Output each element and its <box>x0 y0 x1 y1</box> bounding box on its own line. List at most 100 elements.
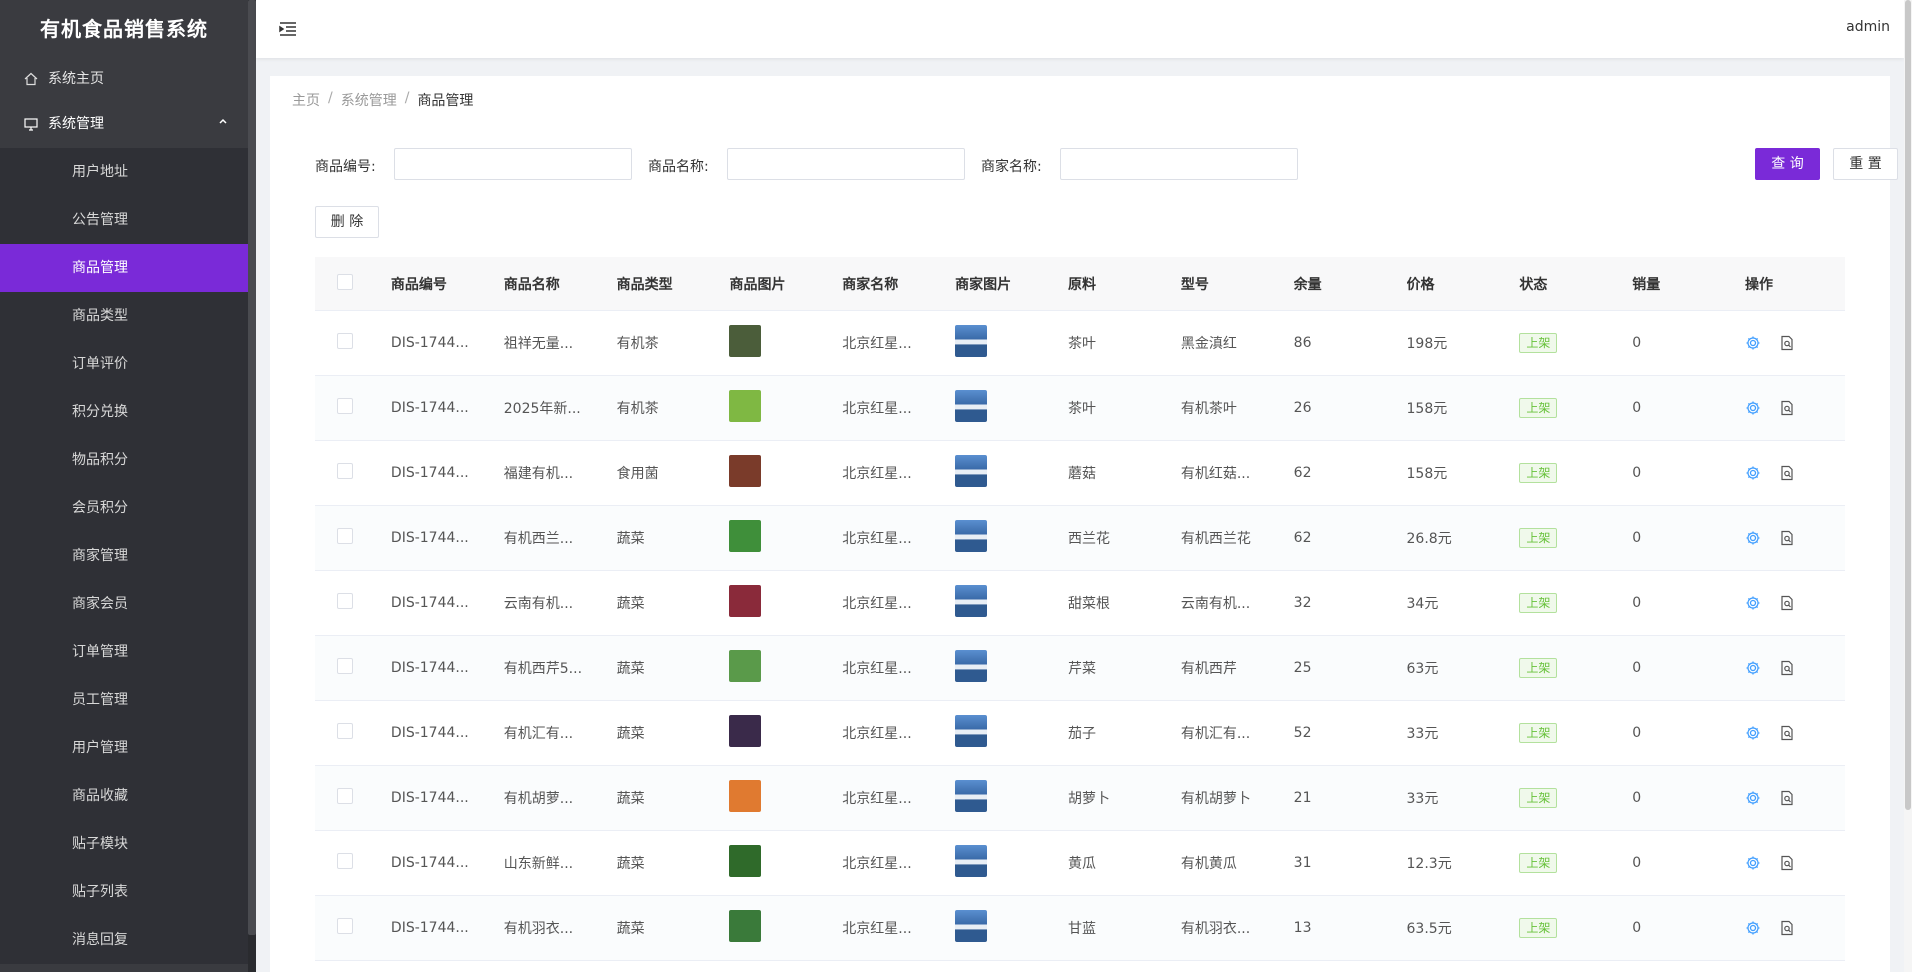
gear-icon[interactable] <box>1745 400 1761 416</box>
sidebar-item-home[interactable]: 系统主页 <box>0 58 248 100</box>
sidebar-scrollbar[interactable] <box>248 0 256 972</box>
merchant-name-input[interactable] <box>1060 148 1298 180</box>
breadcrumb-home[interactable]: 主页 <box>292 90 320 110</box>
sidebar-item-14[interactable]: 贴子模块 <box>0 820 248 868</box>
column-header: 原料 <box>1067 276 1096 293</box>
menu-toggle-icon[interactable] <box>278 19 298 39</box>
sidebar-item-13[interactable]: 商品收藏 <box>0 772 248 820</box>
query-button[interactable]: 查 询 <box>1755 148 1820 180</box>
product-code-input[interactable] <box>394 148 632 180</box>
sidebar-item-8[interactable]: 商家管理 <box>0 532 248 580</box>
view-detail-icon[interactable] <box>1779 465 1795 481</box>
row-checkbox[interactable] <box>337 333 353 349</box>
row-checkbox[interactable] <box>337 788 353 804</box>
gear-icon[interactable] <box>1745 530 1761 546</box>
product-image[interactable] <box>729 455 762 487</box>
table-row[interactable]: DIS-1744... 山东新鲜... 蔬菜 北京红星... 黄瓜 有机黄瓜 31 12.3元… <box>315 831 1845 896</box>
row-checkbox[interactable] <box>337 593 353 609</box>
gear-icon[interactable] <box>1745 595 1761 611</box>
merchant-image[interactable] <box>955 325 988 357</box>
actions-cell <box>1745 400 1845 416</box>
row-checkbox[interactable] <box>337 723 353 739</box>
sidebar-item-5[interactable]: 积分兑换 <box>0 388 248 436</box>
product-image[interactable] <box>729 390 762 422</box>
view-detail-icon[interactable] <box>1779 790 1795 806</box>
row-checkbox[interactable] <box>337 398 353 414</box>
table-row[interactable]: DIS-1744... 有机汇有... 蔬菜 北京红星... 茄子 有机汇有... 52 33… <box>315 701 1845 766</box>
sidebar-item-0[interactable]: 用户地址 <box>0 148 248 196</box>
product-image[interactable] <box>729 780 762 812</box>
view-detail-icon[interactable] <box>1779 660 1795 676</box>
product-image[interactable] <box>729 715 762 747</box>
view-detail-icon[interactable] <box>1779 920 1795 936</box>
merchant-image[interactable] <box>955 520 988 552</box>
view-detail-icon[interactable] <box>1779 725 1795 741</box>
sidebar-item-6[interactable]: 物品积分 <box>0 436 248 484</box>
select-all-checkbox[interactable] <box>337 273 353 290</box>
sidebar-item-9[interactable]: 商家会员 <box>0 580 248 628</box>
sidebar-item-15[interactable]: 贴子列表 <box>0 868 248 916</box>
merchant-image[interactable] <box>955 780 988 812</box>
sidebar-item-3[interactable]: 商品类型 <box>0 292 248 340</box>
sidebar-item-12[interactable]: 用户管理 <box>0 724 248 772</box>
delete-button[interactable]: 删 除 <box>315 206 379 238</box>
product-image[interactable] <box>729 520 762 552</box>
sidebar-group-system[interactable]: 系统管理 <box>0 100 248 148</box>
cell-sales: 0 <box>1632 335 1642 351</box>
merchant-image[interactable] <box>955 650 988 682</box>
view-detail-icon[interactable] <box>1779 855 1795 871</box>
product-image[interactable] <box>729 585 762 617</box>
table-row[interactable]: DIS-1744... 有机西兰... 蔬菜 北京红星... 西兰花 有机西兰花 62 26.… <box>315 506 1845 571</box>
product-image[interactable] <box>729 650 762 682</box>
merchant-image[interactable] <box>955 715 988 747</box>
product-image[interactable] <box>729 910 762 942</box>
sidebar-item-10[interactable]: 订单管理 <box>0 628 248 676</box>
cell-stock: 52 <box>1293 725 1312 741</box>
sidebar-item-11[interactable]: 员工管理 <box>0 676 248 724</box>
gear-icon[interactable] <box>1745 335 1761 351</box>
sidebar-item-1[interactable]: 公告管理 <box>0 196 248 244</box>
row-checkbox[interactable] <box>337 463 353 479</box>
table-row[interactable]: DIS-1744... 福建有机... 食用菌 北京红星... 蘑菇 有机红菇... 62 1… <box>315 441 1845 506</box>
page-scrollbar[interactable] <box>1904 0 1912 972</box>
product-name-input[interactable] <box>727 148 965 180</box>
gear-icon[interactable] <box>1745 725 1761 741</box>
product-image[interactable] <box>729 325 762 357</box>
table-row[interactable]: DIS-1744... 2025年新... 有机茶 北京红星... 茶叶 有机茶叶 26 15… <box>315 376 1845 441</box>
table-row[interactable]: DIS-1744... 云南有机... 蔬菜 北京红星... 甜菜根 云南有机... 32 3… <box>315 571 1845 636</box>
sidebar-item-2[interactable]: 商品管理 <box>0 244 248 292</box>
merchant-image[interactable] <box>955 845 988 877</box>
scrollbar-thumb[interactable] <box>1905 0 1911 810</box>
user-name[interactable]: admin <box>1846 19 1890 35</box>
scrollbar-thumb[interactable] <box>248 0 256 935</box>
cell-model: 有机西兰花 <box>1180 531 1251 547</box>
table-row[interactable]: DIS-1744... 有机西芹5... 蔬菜 北京红星... 芹菜 有机西芹 25 63元 上… <box>315 636 1845 701</box>
table-row[interactable]: DIS-1744... 祖祥无量... 有机茶 北京红星... 茶叶 黑金滇红 86 198元… <box>315 311 1845 376</box>
sidebar-item-16[interactable]: 消息回复 <box>0 916 248 964</box>
row-checkbox[interactable] <box>337 528 353 544</box>
column-header: 商品编号 <box>390 276 447 293</box>
sidebar-item-7[interactable]: 会员积分 <box>0 484 248 532</box>
view-detail-icon[interactable] <box>1779 595 1795 611</box>
row-checkbox[interactable] <box>337 853 353 869</box>
view-detail-icon[interactable] <box>1779 400 1795 416</box>
gear-icon[interactable] <box>1745 790 1761 806</box>
gear-icon[interactable] <box>1745 660 1761 676</box>
row-checkbox[interactable] <box>337 658 353 674</box>
reset-button[interactable]: 重 置 <box>1833 148 1898 180</box>
merchant-image[interactable] <box>955 910 988 942</box>
merchant-image[interactable] <box>955 390 988 422</box>
sidebar-item-4[interactable]: 订单评价 <box>0 340 248 388</box>
table-row[interactable]: DIS-1744... 有机胡萝... 蔬菜 北京红星... 胡萝卜 有机胡萝卜 21 33元… <box>315 766 1845 831</box>
breadcrumb-section[interactable]: 系统管理 <box>341 90 397 110</box>
merchant-image[interactable] <box>955 455 988 487</box>
product-image[interactable] <box>729 845 762 877</box>
merchant-image[interactable] <box>955 585 988 617</box>
gear-icon[interactable] <box>1745 465 1761 481</box>
view-detail-icon[interactable] <box>1779 530 1795 546</box>
table-row[interactable]: DIS-1744... 有机羽衣... 蔬菜 北京红星... 甘蓝 有机羽衣... 13 63… <box>315 896 1845 961</box>
gear-icon[interactable] <box>1745 920 1761 936</box>
gear-icon[interactable] <box>1745 855 1761 871</box>
view-detail-icon[interactable] <box>1779 335 1795 351</box>
row-checkbox[interactable] <box>337 918 353 934</box>
